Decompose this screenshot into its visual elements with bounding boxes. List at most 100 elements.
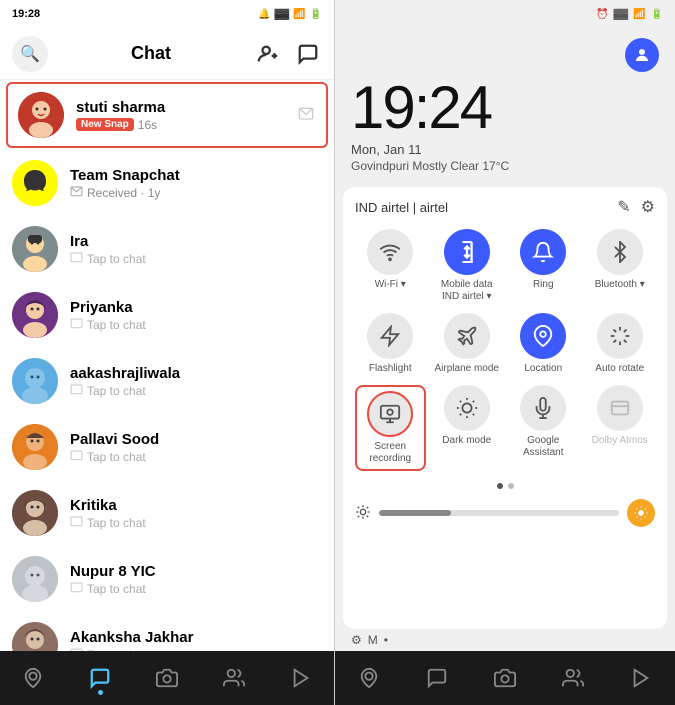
kritika-sub: Tap to chat [70, 516, 322, 530]
aakash-sub: Tap to chat [70, 384, 322, 398]
stuti-sub: New Snap 16s [76, 118, 296, 132]
stories-button[interactable] [294, 40, 322, 68]
autorotate-icon [597, 313, 643, 359]
qs-edit-icons: ✎ ⚙ [617, 197, 655, 217]
provider-label: IND airtel | airtel [355, 200, 448, 215]
nav-stories[interactable] [290, 667, 312, 689]
status-icons-left: 🔔 ▓▓ 📶 🔋 [258, 9, 322, 20]
user-profile-icon[interactable] [625, 38, 659, 72]
chat-item-priyanka[interactable]: Priyanka Tap to chat [0, 282, 334, 348]
avatar-pallavi [12, 424, 58, 470]
akanksha-sub: Tap to chat [70, 648, 322, 652]
date-display: Mon, Jan 11 [351, 142, 659, 157]
qs-settings-icon[interactable]: ⚙ [641, 197, 655, 217]
nupur-name: Nupur 8 YIC [70, 563, 322, 580]
dot-1 [497, 483, 503, 489]
priyanka-name: Priyanka [70, 299, 322, 316]
flashlight-label: Flashlight [369, 363, 412, 375]
qs-tile-wifi[interactable]: Wi-Fi ▾ [355, 229, 426, 303]
screenrecord-icon [367, 391, 413, 437]
location-label: Location [524, 363, 562, 375]
stuti-name: stuti sharma [76, 99, 296, 116]
chat-item-akanksha[interactable]: Akanksha Jakhar Tap to chat [0, 612, 334, 651]
avatar-nupur [12, 556, 58, 602]
snapchat-name: Team Snapchat [70, 167, 322, 184]
bluetooth-icon [597, 229, 643, 275]
chat-list: stuti sharma New Snap 16s [0, 80, 334, 651]
qs-tile-airplane[interactable]: Airplane mode [432, 313, 503, 375]
chat-item-aakash[interactable]: aakashrajliwala Tap to chat [0, 348, 334, 414]
akanksha-info: Akanksha Jakhar Tap to chat [70, 629, 322, 652]
qs-tile-flashlight[interactable]: Flashlight [355, 313, 426, 375]
search-button[interactable]: 🔍 [12, 36, 48, 72]
ira-name: Ira [70, 233, 322, 250]
assistant-label: GoogleAssistant [523, 435, 564, 459]
chat-header: 🔍 Chat [0, 28, 334, 80]
dolby-icon [597, 385, 643, 431]
brightness-low-icon [355, 504, 371, 523]
nav-stories-right[interactable] [630, 667, 652, 689]
avatar-kritika [12, 490, 58, 536]
nav-map[interactable] [22, 667, 44, 689]
search-icon: 🔍 [20, 44, 40, 64]
qs-tile-assistant[interactable]: GoogleAssistant [508, 385, 579, 471]
qs-tile-screenrecord[interactable]: Screenrecording [355, 385, 426, 471]
nupur-sub: Tap to chat [70, 582, 322, 596]
chat-title: Chat [48, 43, 254, 64]
nav-friends-right[interactable] [562, 667, 584, 689]
qs-tile-bluetooth[interactable]: Bluetooth ▾ [585, 229, 656, 303]
screenrecord-label: Screenrecording [369, 441, 411, 465]
nav-chat-right[interactable] [426, 667, 448, 689]
nav-chat-dot [98, 690, 103, 695]
bottom-status-right: ⚙ M • [335, 629, 675, 651]
nav-camera-right[interactable] [494, 667, 516, 689]
qs-tile-location[interactable]: Location [508, 313, 579, 375]
chat-item-stuti[interactable]: stuti sharma New Snap 16s [6, 82, 328, 148]
qs-tile-dolby[interactable]: Dolby Atmos [585, 385, 656, 471]
avatar-ira [12, 226, 58, 272]
nav-map-right[interactable] [358, 667, 380, 689]
ira-sub: Tap to chat [70, 252, 322, 266]
location-icon [520, 313, 566, 359]
brightness-high-icon[interactable] [627, 499, 655, 527]
chat-item-ira[interactable]: Ira Tap to chat [0, 216, 334, 282]
chat-item-pallavi[interactable]: Pallavi Sood Tap to chat [0, 414, 334, 480]
chat-item-snapchat[interactable]: Team Snapchat Received · 1y [0, 150, 334, 216]
pallavi-name: Pallavi Sood [70, 431, 322, 448]
qs-tile-autorotate[interactable]: Auto rotate [585, 313, 656, 375]
bottom-nav-left [0, 651, 334, 705]
nav-friends[interactable] [223, 667, 245, 689]
nav-chat[interactable] [89, 667, 111, 689]
nav-camera[interactable] [156, 667, 178, 689]
add-friend-button[interactable] [254, 40, 282, 68]
avatar-stuti [18, 92, 64, 138]
qs-edit-icon[interactable]: ✎ [617, 197, 630, 217]
dolby-label: Dolby Atmos [592, 435, 648, 447]
chat-item-kritika[interactable]: Kritika Tap to chat [0, 480, 334, 546]
qs-header: IND airtel | airtel ✎ ⚙ [355, 197, 655, 217]
brightness-row [355, 499, 655, 527]
darkmode-label: Dark mode [442, 435, 491, 447]
brightness-fill [379, 510, 451, 516]
bluetooth-label: Bluetooth ▾ [595, 279, 645, 291]
qs-tile-ring[interactable]: Ring [508, 229, 579, 303]
ring-label: Ring [533, 279, 554, 291]
status-bar-right: ⏰ ▓▓ 📶 🔋 [335, 0, 675, 28]
avatar-aakash [12, 358, 58, 404]
time-left: 19:28 [12, 8, 40, 20]
qs-tile-mobile-data[interactable]: Mobile dataIND airtel ▾ [432, 229, 503, 303]
mobile-data-icon [444, 229, 490, 275]
chat-item-nupur[interactable]: Nupur 8 YIC Tap to chat [0, 546, 334, 612]
dot-2 [508, 483, 514, 489]
wifi-label: Wi-Fi ▾ [375, 279, 406, 291]
header-actions [254, 40, 322, 68]
right-top-area: 19:24 Mon, Jan 11 Govindpuri Mostly Clea… [335, 28, 675, 187]
snapchat-info: Team Snapchat Received · 1y [70, 167, 322, 200]
brightness-slider[interactable] [379, 510, 619, 516]
status-bar-left: 19:28 🔔 ▓▓ 📶 🔋 [0, 0, 334, 28]
avatar-priyanka [12, 292, 58, 338]
kritika-info: Kritika Tap to chat [70, 497, 322, 530]
right-phone: ⏰ ▓▓ 📶 🔋 19:24 Mon, Jan 11 Govindpuri Mo… [335, 0, 675, 705]
flashlight-icon [367, 313, 413, 359]
qs-tile-darkmode[interactable]: Dark mode [432, 385, 503, 471]
